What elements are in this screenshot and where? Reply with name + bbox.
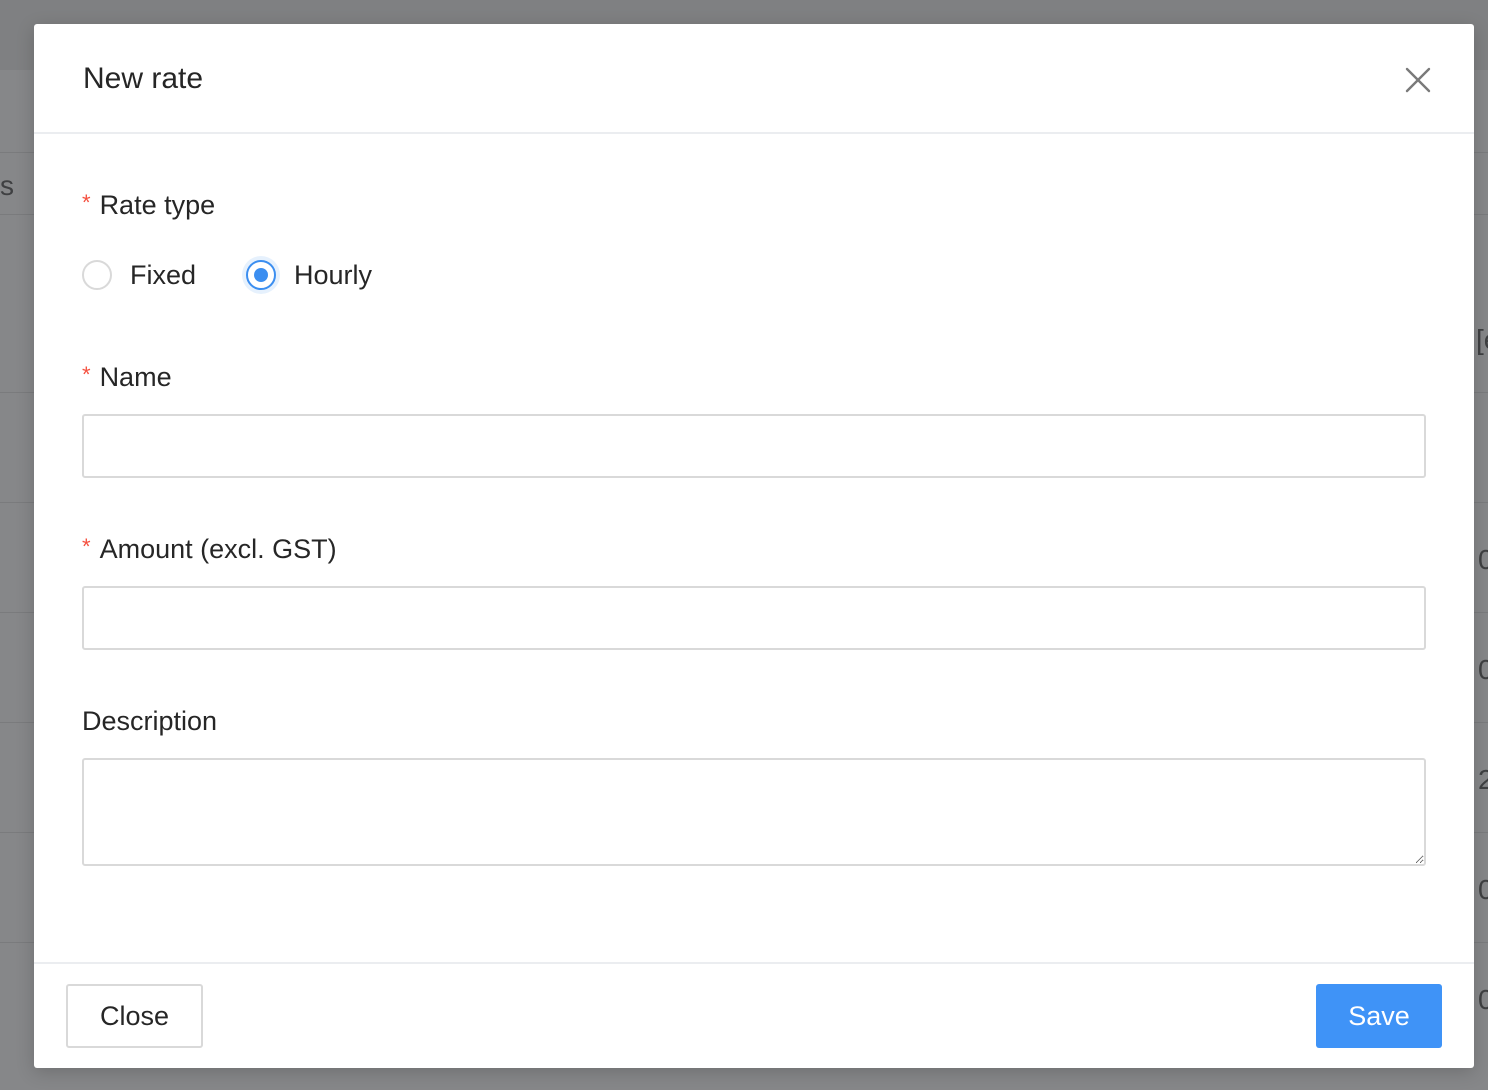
new-rate-dialog: New rate * Rate type Fixed Hourly * Name *… [34,24,1474,1068]
background-text-fragment: [e [1476,324,1488,355]
required-marker: * [82,534,91,559]
name-label: * Name [82,362,172,394]
amount-input[interactable] [82,586,1426,650]
required-marker: * [82,190,91,215]
name-label-text: Name [99,362,172,392]
radio-hourly-label: Hourly [294,259,373,290]
close-button[interactable]: Close [66,984,203,1048]
background-text-fragment: 0 [1478,874,1488,905]
radio-hourly[interactable] [246,260,276,290]
required-marker: * [82,362,91,387]
close-icon-graphic [1405,67,1431,93]
rate-type-label: * Rate type [82,190,215,222]
description-textarea[interactable] [82,758,1426,866]
description-label: Description [82,706,217,736]
radio-option-hourly[interactable]: Hourly [246,256,372,294]
radio-option-fixed[interactable]: Fixed [82,256,196,294]
amount-label-text: Amount (excl. GST) [99,534,337,564]
background-text-fragment: 0 [1478,654,1488,685]
background-text-fragment: 0 [1478,984,1488,1015]
dialog-header: New rate [34,24,1474,134]
name-input[interactable] [82,414,1426,478]
amount-label: * Amount (excl. GST) [82,534,337,566]
rate-type-label-text: Rate type [99,190,216,220]
close-icon[interactable] [1404,66,1432,94]
background-text-fragment: 0 [1478,544,1488,575]
save-button[interactable]: Save [1316,984,1442,1048]
radio-fixed[interactable] [82,260,112,290]
background-text-fragment: s [0,170,14,201]
dialog-footer: Close Save [34,962,1474,1068]
background-text-fragment: 2 [1478,764,1488,795]
description-label-text: Description [82,706,218,736]
radio-fixed-label: Fixed [130,259,197,290]
dialog-title: New rate [83,62,204,95]
